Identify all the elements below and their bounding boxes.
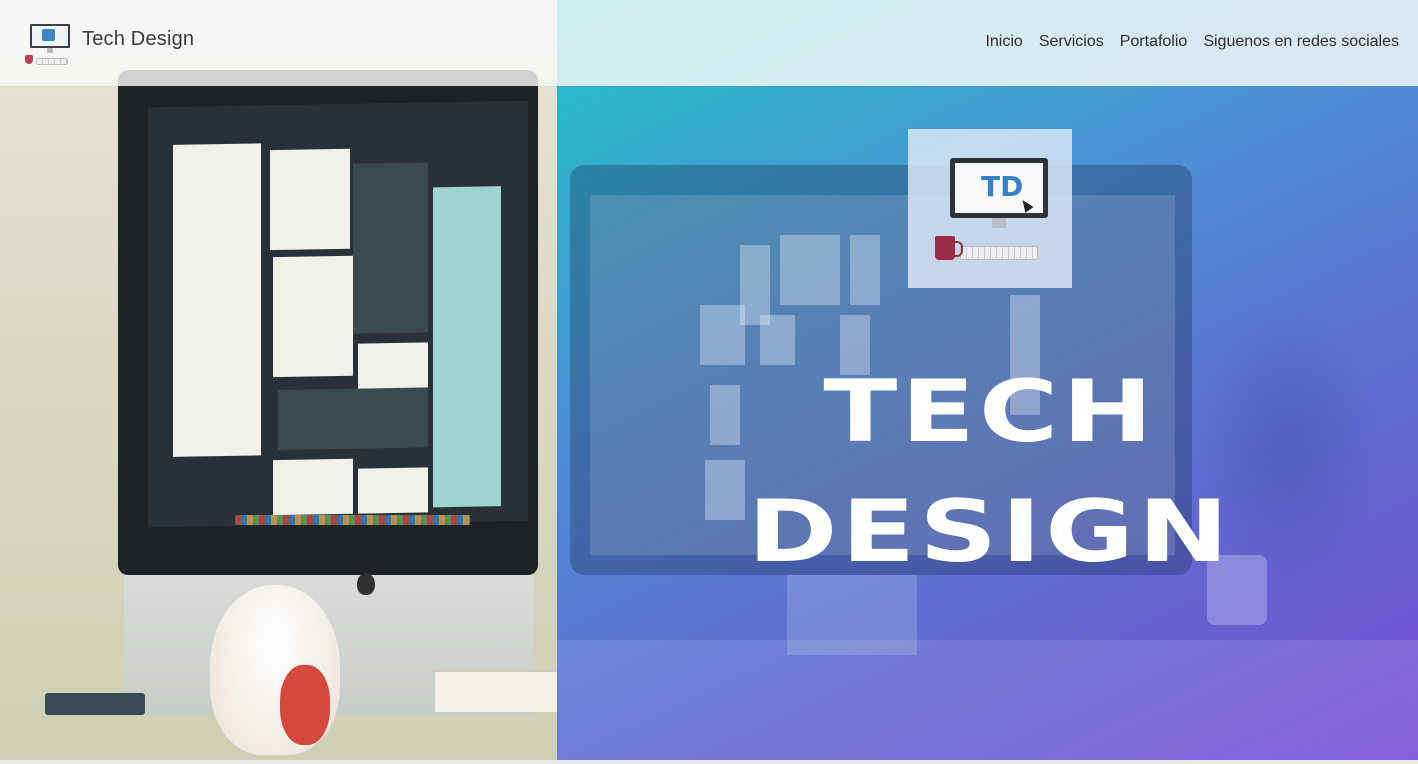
navbar: Tech Design Inicio Servicios Portafolio … bbox=[0, 0, 1418, 86]
hero-section: TD TECH DESIGN bbox=[0, 0, 1418, 762]
nav-redes-sociales[interactable]: Siguenos en redes sociales bbox=[1195, 33, 1399, 51]
brand-name: Tech Design bbox=[82, 28, 195, 50]
hero-logo: TD bbox=[908, 129, 1072, 288]
nav-portafolio[interactable]: Portafolio bbox=[1112, 33, 1196, 51]
coffee-mug-icon bbox=[935, 236, 955, 260]
lucky-cat-belly bbox=[280, 665, 330, 745]
keyboard-icon bbox=[960, 246, 1038, 260]
hero-title: TECH DESIGN bbox=[675, 352, 1305, 592]
brand-link[interactable]: Tech Design bbox=[25, 22, 194, 70]
desk-box bbox=[45, 693, 145, 715]
imac-screen bbox=[148, 100, 528, 528]
apple-logo-icon bbox=[357, 573, 375, 595]
section-divider bbox=[0, 760, 1418, 764]
brand-logo-icon bbox=[25, 22, 71, 68]
desk-paper bbox=[435, 670, 557, 712]
hero-title-line2: DESIGN bbox=[747, 482, 1233, 582]
imac-dock bbox=[235, 515, 470, 525]
faded-desk bbox=[557, 640, 1418, 762]
nav-inicio[interactable]: Inicio bbox=[977, 33, 1030, 51]
logo-letters: TD bbox=[981, 170, 1024, 203]
main-nav: Inicio Servicios Portafolio Siguenos en … bbox=[977, 33, 1399, 51]
hero-title-line1: TECH bbox=[823, 362, 1157, 462]
hero-photo-left bbox=[0, 0, 557, 762]
nav-servicios[interactable]: Servicios bbox=[1031, 33, 1112, 51]
